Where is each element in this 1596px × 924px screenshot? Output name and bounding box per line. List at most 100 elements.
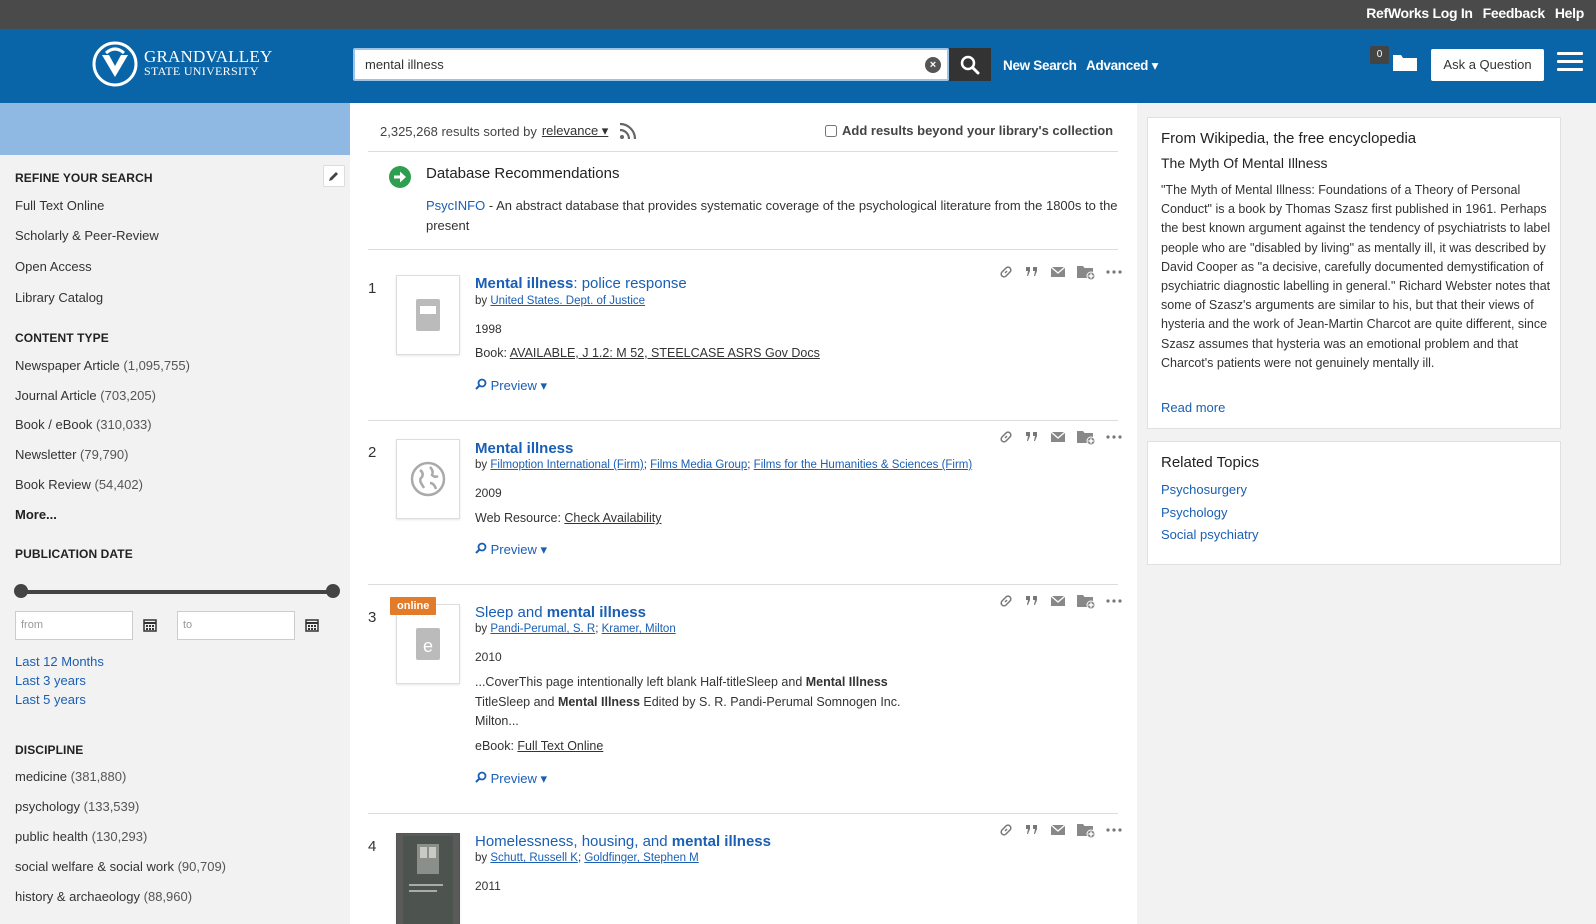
date-from-field[interactable]: from <box>15 611 133 640</box>
date-last-5-years-link[interactable]: Last 5 years <box>15 692 86 707</box>
filter-full-text-online[interactable]: Full Text Online <box>15 198 104 213</box>
beyond-collection-label: Add results beyond your library's collec… <box>842 123 1114 138</box>
permalink-icon[interactable] <box>998 594 1014 608</box>
related-topic-link[interactable]: Psychosurgery <box>1161 482 1247 497</box>
author-link[interactable]: United States. Dept. of Justice <box>490 295 645 307</box>
preview-label: Preview ▾ <box>490 378 547 393</box>
result-thumbnail[interactable]: e <box>396 604 460 684</box>
author-link[interactable]: Films Media Group <box>650 459 747 471</box>
gvsu-logo[interactable]: GRANDVALLEY STATE UNIVERSITY <box>92 41 272 87</box>
content-type-item[interactable]: Newsletter (79,790) <box>15 447 128 462</box>
wikipedia-article-title: The Myth Of Mental Illness <box>1161 155 1328 171</box>
author-link[interactable]: Filmoption International (Firm) <box>490 459 643 471</box>
permalink-icon[interactable] <box>998 265 1014 279</box>
discipline-item[interactable]: social welfare & social work (90,709) <box>15 859 226 874</box>
more-options-icon[interactable] <box>1106 823 1122 837</box>
search-button[interactable] <box>949 48 991 81</box>
rss-icon[interactable] <box>619 122 637 140</box>
date-last-12-months-link[interactable]: Last 12 Months <box>15 654 104 669</box>
ask-question-button[interactable]: Ask a Question <box>1431 49 1544 81</box>
psycinfo-link[interactable]: PsycINFO <box>426 198 485 213</box>
edit-filters-button[interactable] <box>323 165 345 187</box>
discipline-item[interactable]: public health (130,293) <box>15 829 147 844</box>
result-title-link[interactable]: Homelessness, housing, and mental illnes… <box>475 833 771 850</box>
result-title-link[interactable]: Mental illness: police response <box>475 275 687 292</box>
related-topic-link[interactable]: Social psychiatry <box>1161 527 1259 542</box>
read-more-link[interactable]: Read more <box>1161 400 1225 415</box>
cite-icon[interactable] <box>1024 265 1040 279</box>
cite-icon[interactable] <box>1024 823 1040 837</box>
availability-link[interactable]: Full Text Online <box>517 739 603 753</box>
wikipedia-summary: "The Myth of Mental Illness: Foundations… <box>1161 183 1551 370</box>
content-type-item[interactable]: Newspaper Article (1,095,755) <box>15 358 190 373</box>
advanced-search-dropdown[interactable]: Advanced ▾ <box>1086 58 1158 74</box>
availability-link[interactable]: AVAILABLE, J 1.2: M 52, STEELCASE ASRS G… <box>510 346 820 360</box>
filter-open-access[interactable]: Open Access <box>15 259 92 274</box>
sort-dropdown[interactable]: relevance ▾ <box>542 123 609 139</box>
permalink-icon[interactable] <box>998 823 1014 837</box>
email-icon[interactable] <box>1050 265 1066 279</box>
content-type-count: (703,205) <box>100 388 156 403</box>
date-last-3-years-link[interactable]: Last 3 years <box>15 673 86 688</box>
more-options-icon[interactable] <box>1106 594 1122 608</box>
availability-link[interactable]: Check Availability <box>564 511 661 525</box>
date-slider-min-handle[interactable] <box>14 584 28 598</box>
author-link[interactable]: Kramer, Milton <box>602 623 676 635</box>
result-availability: eBook: Full Text Online <box>475 739 603 753</box>
cite-icon[interactable] <box>1024 594 1040 608</box>
date-to-field[interactable]: to <box>177 611 295 640</box>
calendar-icon[interactable] <box>143 618 157 632</box>
filter-scholarly[interactable]: Scholarly & Peer-Review <box>15 228 159 243</box>
content-type-item[interactable]: Journal Article (703,205) <box>15 388 156 403</box>
result-title-link[interactable]: Sleep and mental illness <box>475 604 646 621</box>
preview-dropdown[interactable]: Preview ▾ <box>475 771 547 787</box>
save-to-folder-icon[interactable] <box>1076 430 1096 445</box>
related-topics-panel: Related Topics Psychosurgery Psychology … <box>1147 441 1561 565</box>
result-thumbnail[interactable] <box>396 439 460 519</box>
save-to-folder-icon[interactable] <box>1076 594 1096 609</box>
discipline-label: social welfare & social work <box>15 859 174 874</box>
preview-dropdown[interactable]: Preview ▾ <box>475 378 547 394</box>
more-options-icon[interactable] <box>1106 430 1122 444</box>
result-cover-image[interactable] <box>396 833 460 924</box>
author-link[interactable]: Goldfinger, Stephen M <box>584 852 698 864</box>
preview-dropdown[interactable]: Preview ▾ <box>475 542 547 558</box>
book-cover-image <box>403 835 453 924</box>
author-link[interactable]: Schutt, Russell K <box>490 852 578 864</box>
result-thumbnail[interactable] <box>396 275 460 355</box>
database-description: - An abstract database that provides sys… <box>426 198 1118 233</box>
search-input[interactable] <box>355 50 895 79</box>
more-options-icon[interactable] <box>1106 265 1122 279</box>
result-title-highlight: mental illness <box>546 604 646 621</box>
more-content-types-link[interactable]: More... <box>15 507 57 522</box>
menu-icon[interactable] <box>1557 52 1583 76</box>
permalink-icon[interactable] <box>998 430 1014 444</box>
author-link[interactable]: Films for the Humanities & Sciences (Fir… <box>754 459 973 471</box>
author-link[interactable]: Pandi-Perumal, S. R <box>490 623 595 635</box>
save-to-folder-icon[interactable] <box>1076 265 1096 280</box>
email-icon[interactable] <box>1050 823 1066 837</box>
clear-search-icon[interactable]: × <box>925 57 941 73</box>
date-slider-max-handle[interactable] <box>326 584 340 598</box>
date-range-slider-track[interactable] <box>22 590 339 594</box>
beyond-collection-option[interactable]: Add results beyond your library's collec… <box>825 123 1113 138</box>
filter-library-catalog[interactable]: Library Catalog <box>15 290 103 305</box>
result-title-link[interactable]: Mental illness <box>475 440 573 457</box>
content-type-item[interactable]: Book / eBook (310,033) <box>15 417 152 432</box>
email-icon[interactable] <box>1050 430 1066 444</box>
feedback-link[interactable]: Feedback <box>1483 5 1545 21</box>
cite-icon[interactable] <box>1024 430 1040 444</box>
email-icon[interactable] <box>1050 594 1066 608</box>
calendar-icon[interactable] <box>305 618 319 632</box>
wikipedia-heading: From Wikipedia, the free encyclopedia <box>1161 130 1417 147</box>
new-search-link[interactable]: New Search <box>1003 58 1077 73</box>
discipline-item[interactable]: history & archaeology (88,960) <box>15 889 192 904</box>
related-topic-link[interactable]: Psychology <box>1161 505 1227 520</box>
beyond-collection-checkbox[interactable] <box>825 124 837 137</box>
refworks-login-link[interactable]: RefWorks Log In <box>1366 5 1473 21</box>
content-type-item[interactable]: Book Review (54,402) <box>15 477 143 492</box>
help-link[interactable]: Help <box>1555 5 1584 21</box>
discipline-item[interactable]: psychology (133,539) <box>15 799 139 814</box>
discipline-item[interactable]: medicine (381,880) <box>15 769 126 784</box>
save-to-folder-icon[interactable] <box>1076 823 1096 838</box>
